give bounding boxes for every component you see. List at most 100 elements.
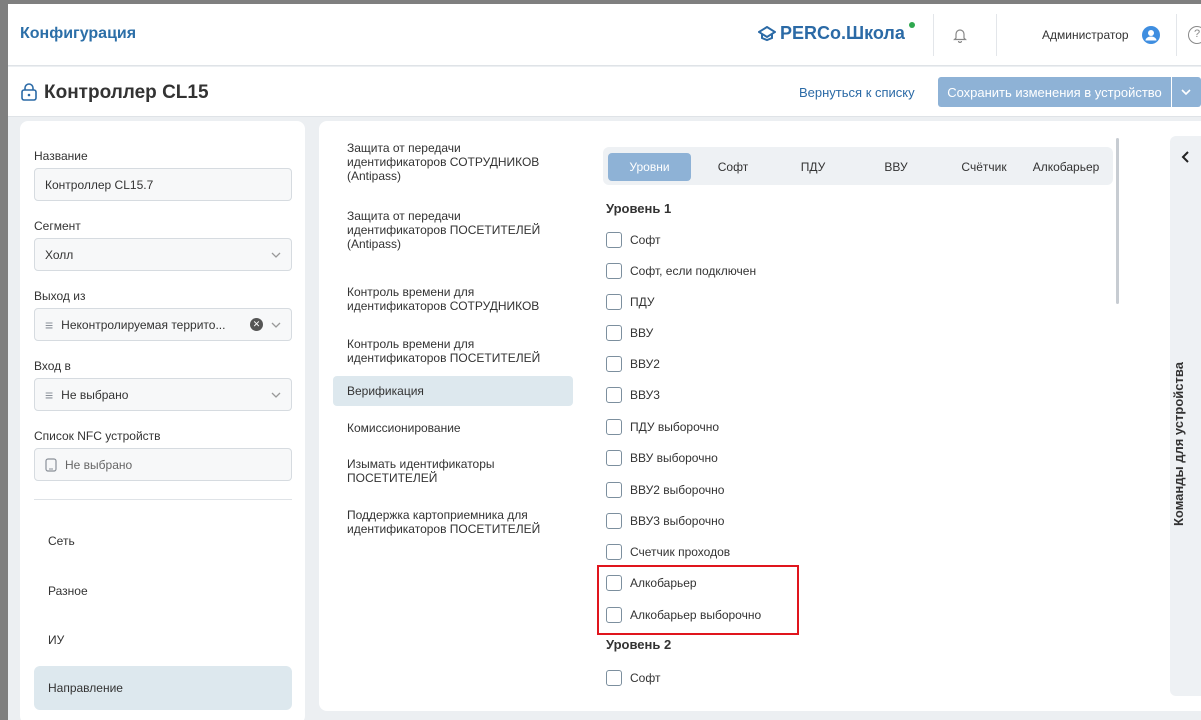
app-title[interactable]: Конфигурация — [20, 25, 136, 43]
checkbox-label: Софт, если подключен — [630, 264, 757, 278]
checkbox-label: ВВУ3 выборочно — [630, 514, 725, 528]
brand-logo: PERCo.Школа — [758, 21, 915, 44]
name-value: Контроллер CL15.7 — [45, 177, 154, 192]
checkbox[interactable] — [606, 325, 622, 341]
exit-label: Выход из — [34, 289, 86, 303]
section-item[interactable]: Контроль времени для идентификаторов СОТ… — [333, 281, 573, 317]
checkbox-row[interactable]: Софт — [606, 669, 660, 687]
page-title: Контроллер CL15 — [44, 82, 209, 103]
checkbox-label: ПДУ выборочно — [630, 420, 720, 434]
scrollbar[interactable] — [1116, 138, 1119, 304]
section-item[interactable]: Защита от передачи идентификаторов ПОСЕТ… — [333, 205, 573, 255]
checkbox-row[interactable]: ПДУ выборочно — [606, 418, 719, 436]
nav-item-misc[interactable]: Разное — [34, 569, 292, 613]
entry-select[interactable]: ≡ Не выбрано — [34, 378, 292, 411]
user-icon — [1145, 30, 1157, 41]
checkbox-row[interactable]: ВВУ2 — [606, 355, 660, 373]
checkbox-row[interactable]: Софт, если подключен — [606, 262, 756, 280]
exit-select[interactable]: ≡ Неконтролируемая террито... ✕ — [34, 308, 292, 341]
checkbox-row[interactable]: ВВУ выборочно — [606, 449, 718, 467]
back-to-list-link[interactable]: Вернуться к списку — [799, 85, 915, 100]
brand-name: PERCo.Школа — [780, 23, 905, 43]
segment-value: Холл — [45, 247, 74, 262]
section-item[interactable]: Комиссионирование — [333, 417, 573, 439]
checkbox-row[interactable]: ВВУ2 выборочно — [606, 481, 724, 499]
checkbox-row[interactable]: Софт — [606, 231, 660, 249]
checkbox-row[interactable]: ПДУ — [606, 293, 655, 311]
name-label: Название — [34, 149, 88, 163]
checkbox[interactable] — [606, 544, 622, 560]
tab-alcobarrier[interactable]: Алкобарьер — [1021, 153, 1111, 181]
section-item[interactable]: Поддержка картоприемника для идентификат… — [333, 504, 573, 540]
tab-counter[interactable]: Счётчик — [951, 153, 1017, 181]
section-item[interactable]: Контроль времени для идентификаторов ПОС… — [333, 333, 573, 369]
save-to-device-button[interactable]: Сохранить изменения в устройство — [938, 77, 1171, 107]
nav-item-iu[interactable]: ИУ — [34, 618, 292, 662]
checkbox[interactable] — [606, 263, 622, 279]
level-1-heading: Уровень 1 — [606, 201, 672, 216]
exit-value: Неконтролируемая террито... — [61, 317, 226, 332]
device-commands-rail[interactable]: Команды для устройства — [1170, 136, 1201, 696]
nav-item-direction[interactable]: Направление — [34, 666, 292, 710]
checkbox-label: Софт — [630, 671, 661, 685]
checkbox-row[interactable]: Счетчик проходов — [606, 543, 730, 561]
tab-pdu[interactable]: ПДУ — [783, 153, 843, 181]
checkbox[interactable] — [606, 294, 622, 310]
checkbox[interactable] — [606, 670, 622, 686]
lock-icon — [21, 83, 37, 101]
checkbox[interactable] — [606, 482, 622, 498]
separator — [933, 14, 934, 56]
name-field[interactable]: Контроллер CL15.7 — [34, 168, 292, 201]
user-name[interactable]: Администратор — [1042, 28, 1129, 42]
nfc-select[interactable]: Не выбрано — [34, 448, 292, 481]
nfc-label: Список NFC устройств — [34, 429, 161, 443]
section-item[interactable]: Изымать идентификаторы ПОСЕТИТЕЛЕЙ — [333, 453, 573, 489]
checkbox-row[interactable]: ВВУ3 выборочно — [606, 512, 724, 530]
divider — [34, 499, 292, 500]
highlight-frame — [597, 565, 799, 635]
nfc-value: Не выбрано — [65, 457, 133, 472]
tab-bar: Уровни Софт ПДУ ВВУ Счётчик Алкобарьер — [603, 147, 1113, 185]
checkbox[interactable] — [606, 356, 622, 372]
checkbox-row[interactable]: ВВУ — [606, 324, 653, 342]
tab-soft[interactable]: Софт — [703, 153, 763, 181]
entry-value: Не выбрано — [61, 387, 129, 402]
checkbox-label: ПДУ — [630, 295, 655, 309]
checkbox-label: ВВУ выборочно — [630, 451, 718, 465]
checkbox[interactable] — [606, 419, 622, 435]
top-bar: Конфигурация PERCo.Школа Администратор ? — [8, 4, 1201, 66]
tab-vvu[interactable]: ВВУ — [866, 153, 926, 181]
help-icon[interactable]: ? — [1188, 26, 1201, 44]
segment-select[interactable]: Холл — [34, 238, 292, 271]
school-icon — [758, 25, 776, 41]
checkbox[interactable] — [606, 450, 622, 466]
segment-label: Сегмент — [34, 219, 81, 233]
section-item-verification[interactable]: Верификация — [333, 376, 573, 406]
checkbox-row[interactable]: ВВУ3 — [606, 386, 660, 404]
brand-dot — [908, 21, 915, 28]
nav-item-network[interactable]: Сеть — [34, 519, 292, 563]
list-icon: ≡ — [45, 316, 54, 333]
chevron-down-icon — [271, 252, 281, 258]
clear-icon[interactable]: ✕ — [250, 318, 263, 331]
page-header: Контроллер CL15 Вернуться к списку Сохра… — [8, 67, 1201, 117]
entry-label: Вход в — [34, 359, 71, 373]
level-2-heading: Уровень 2 — [606, 637, 672, 652]
bell-icon[interactable] — [953, 28, 967, 43]
checkbox[interactable] — [606, 513, 622, 529]
checkbox[interactable] — [606, 387, 622, 403]
checkbox[interactable] — [606, 232, 622, 248]
separator — [996, 14, 997, 56]
avatar[interactable] — [1142, 26, 1160, 44]
chevron-down-icon — [271, 392, 281, 398]
checkbox-label: ВВУ3 — [630, 388, 660, 402]
device-icon — [45, 457, 57, 472]
checkbox-label: ВВУ2 — [630, 357, 660, 371]
list-icon: ≡ — [45, 386, 54, 403]
checkbox-label: Софт — [630, 233, 661, 247]
app-window: Конфигурация PERCo.Школа Администратор ?… — [0, 0, 1201, 720]
left-panel: Название Контроллер CL15.7 Сегмент Холл … — [20, 121, 305, 720]
checkbox-label: ВВУ2 выборочно — [630, 483, 725, 497]
tab-levels[interactable]: Уровни — [608, 153, 691, 181]
section-item[interactable]: Защита от передачи идентификаторов СОТРУ… — [333, 137, 573, 187]
